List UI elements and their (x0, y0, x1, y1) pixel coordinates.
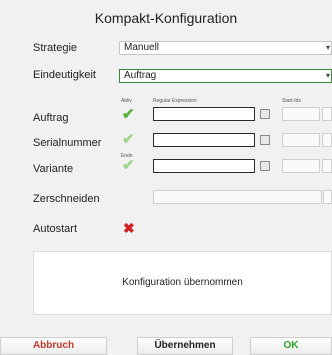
autostart-label: Autostart (33, 223, 78, 235)
zerschneiden-label: Zerschneiden (33, 193, 100, 205)
variante-regex-input[interactable] (153, 159, 255, 173)
chevron-down-icon: ▾ (325, 71, 330, 80)
chevron-down-icon: ▾ (325, 43, 330, 52)
serialnummer-picker-button[interactable] (260, 135, 270, 145)
eindeutigkeit-label: Eindeutigkeit (33, 69, 96, 81)
eindeutigkeit-value: Auftrag (124, 70, 157, 81)
zerschneiden-picker-button[interactable] (323, 190, 332, 204)
strategie-value: Manuell (124, 42, 160, 53)
serialnummer-end-input[interactable] (322, 133, 332, 147)
strategie-select[interactable]: Manuell ▾ (119, 41, 332, 55)
auftrag-end-input[interactable] (322, 107, 332, 121)
compact-config-dialog: Kompakt-Konfiguration Strategie Manuell … (0, 0, 332, 355)
abbruch-button[interactable]: Abbruch (0, 337, 107, 355)
uebernehmen-button[interactable]: Übernehmen (137, 337, 233, 355)
header-regex: Regular Expression (153, 98, 197, 104)
serialnummer-active-checkbox[interactable]: ✔ (122, 132, 135, 147)
variante-start-input[interactable] (282, 159, 320, 173)
auftrag-picker-button[interactable] (260, 109, 270, 119)
header-start: Start-Idx (282, 98, 301, 104)
header-aktiv: Aktiv (121, 98, 132, 104)
dialog-title: Kompakt-Konfiguration (94, 10, 238, 26)
strategie-label: Strategie (33, 42, 78, 54)
variante-end-input[interactable] (322, 159, 332, 173)
row-variante-label: Variante (33, 163, 74, 175)
zerschneiden-input[interactable] (153, 190, 322, 204)
ok-button[interactable]: OK (250, 337, 332, 355)
auftrag-active-checkbox[interactable]: ✔ (122, 107, 135, 122)
status-message: Konfiguration übernommen (122, 277, 243, 288)
auftrag-start-input[interactable] (282, 107, 320, 121)
serialnummer-start-input[interactable] (282, 133, 320, 147)
variante-picker-button[interactable] (260, 161, 270, 171)
auftrag-regex-input[interactable] (153, 107, 255, 121)
eindeutigkeit-select[interactable]: Auftrag ▾ (119, 69, 332, 83)
status-message-box: Konfiguration übernommen (33, 251, 332, 315)
variante-active-checkbox[interactable]: ✔ (122, 158, 135, 173)
row-auftrag-label: Auftrag (33, 112, 69, 124)
serialnummer-regex-input[interactable] (153, 133, 255, 147)
row-serialnummer-label: Serialnummer (33, 137, 102, 149)
autostart-toggle-cross-icon[interactable]: ✖ (123, 221, 135, 235)
